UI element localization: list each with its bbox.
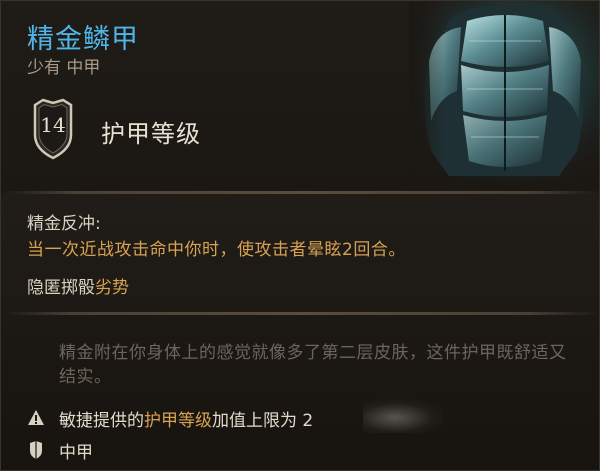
divider [1,312,599,315]
armor-class-value: 14 [40,113,66,137]
divider [1,191,599,194]
warning-icon [28,410,44,425]
tooltip-header: 精金鳞甲 少有 中甲 14 护甲等级 [1,1,599,191]
stealth-disadvantage: 隐匿掷骰劣势 [27,273,129,298]
stealth-label: 隐匿掷骰 [27,278,95,298]
passive-title: 精金反冲: [27,214,101,234]
dex-cap-note: 敏捷提供的护甲等级加值上限为 2 [27,406,313,431]
scale-mail-armor-icon [409,1,599,181]
item-tooltip: 精金鳞甲 少有 中甲 14 护甲等级 精金反冲: 当一次近战攻击命中你时，使攻击… [0,0,600,471]
armor-class-label: 护甲等级 [101,120,201,148]
dex-cap-suffix: 加值上限为 2 [212,410,314,431]
dex-cap-prefix: 敏捷提供的 [59,410,144,431]
stealth-disadvantage-label: 劣势 [95,278,129,298]
armor-type-note: 中甲 [27,438,93,463]
armor-type-text: 中甲 [59,442,93,463]
mouse-cursor-overlay [363,399,443,433]
dex-cap-text: 敏捷提供的护甲等级加值上限为 2 [59,406,313,431]
dex-cap-highlight: 护甲等级 [144,410,212,431]
shield-icon [30,441,42,459]
passive-description: 当一次近战攻击命中你时，使攻击者晕眩2回合。 [27,240,406,260]
item-rarity-type: 少有 中甲 [27,58,101,78]
flavor-text: 精金附在你身体上的感觉就像多了第二层皮肤，这件护甲既舒适又结实。 [59,343,567,387]
item-name: 精金鳞甲 [27,24,139,55]
